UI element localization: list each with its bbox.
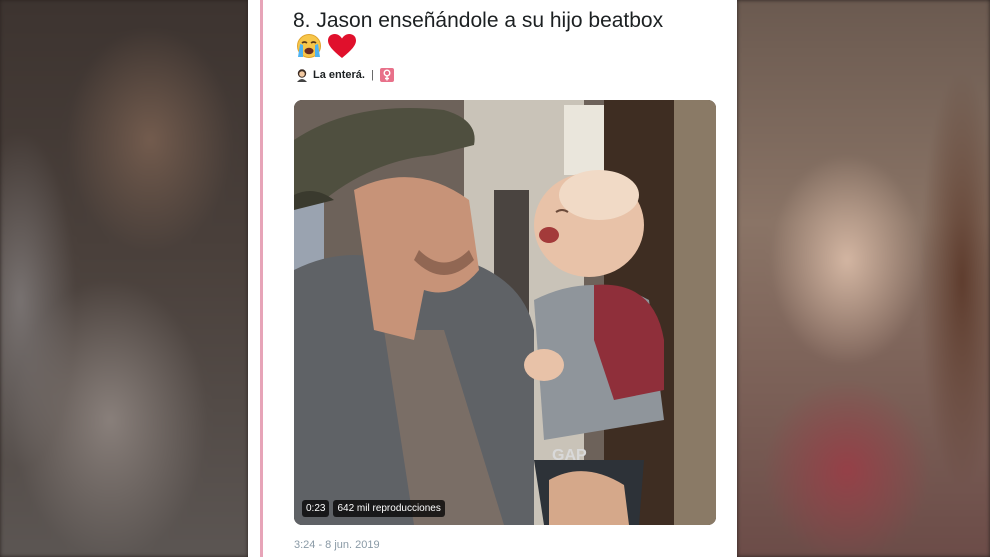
video-thumbnail: GAP: [294, 100, 716, 525]
video-player[interactable]: GAP 0:23 642 mil reproducciones: [294, 100, 716, 525]
red-heart-icon: [328, 34, 356, 58]
tweet-emojis: [295, 33, 357, 59]
blurred-background-left: [0, 0, 248, 557]
video-views: 642 mil reproducciones: [333, 500, 445, 517]
tweet-text: 8. Jason enseñándole a su hijo beatbox: [293, 9, 664, 32]
video-meta: 0:23 642 mil reproducciones: [302, 500, 445, 517]
tweet-card: 8. Jason enseñándole a su hijo beatbox L…: [248, 0, 737, 557]
card-accent-line: [260, 0, 263, 557]
woman-icon: [297, 69, 307, 82]
tweet-timestamp[interactable]: 3:24 - 8 jun. 2019: [294, 539, 380, 551]
video-duration: 0:23: [302, 500, 330, 517]
svg-text:GAP: GAP: [552, 447, 587, 464]
author-name[interactable]: La enterá.: [313, 69, 365, 81]
tweet-author[interactable]: La enterá. |: [295, 68, 394, 82]
blurred-background-right: [737, 0, 990, 557]
female-sign-icon: [379, 68, 394, 82]
author-separator: |: [370, 69, 374, 81]
crying-face-icon: [297, 34, 321, 58]
